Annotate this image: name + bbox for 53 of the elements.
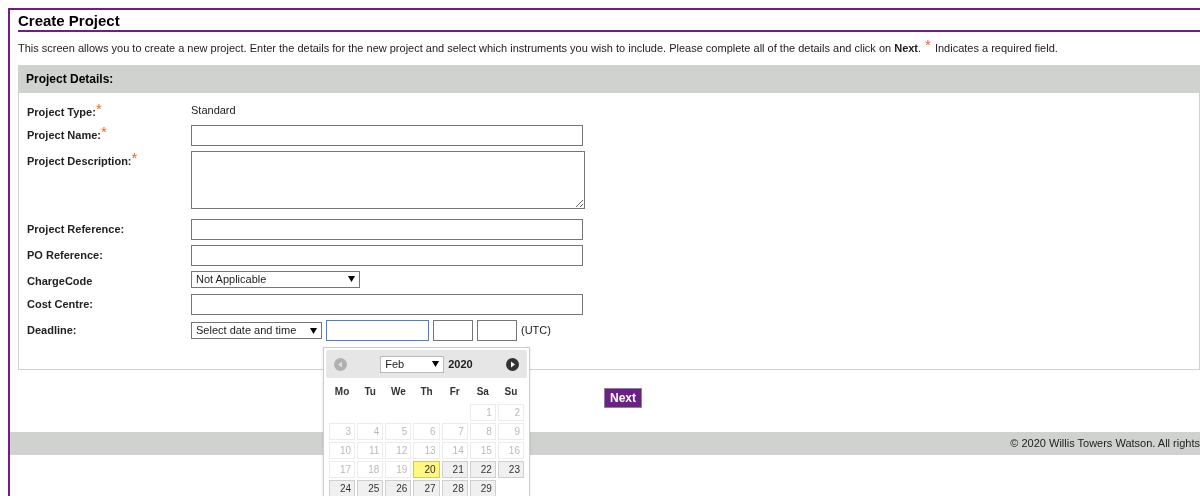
text-field[interactable] [191, 125, 583, 146]
caret-icon [348, 276, 355, 282]
required-asterisk: * [101, 127, 107, 137]
calendar-day[interactable]: 26 [385, 480, 412, 496]
next-button[interactable]: Next [604, 387, 642, 408]
text-field[interactable] [191, 294, 583, 315]
weekday-label: Mo [333, 385, 351, 399]
field-label: Project Name: [27, 128, 101, 143]
field-label: Project Reference: [27, 221, 125, 237]
calendar-day[interactable]: 20 [413, 461, 440, 478]
required-note: Indicates a required field. [934, 41, 1058, 56]
calendar-day[interactable]: 22 [469, 461, 496, 478]
required-asterisk: * [131, 153, 138, 163]
year-label: 2020 [448, 356, 473, 372]
panel-title: Project Details: [26, 70, 114, 88]
copyright-text: © 2020 Willis Towers Watson. All rights [1010, 435, 1200, 451]
text-field[interactable] [191, 244, 583, 266]
field-label: PO Reference: [27, 247, 103, 263]
weekday-label: We [389, 385, 407, 399]
page-title: Create Project [18, 12, 121, 30]
dropdown[interactable]: Select date and time [191, 322, 322, 339]
field-label: Cost Centre: [27, 297, 93, 312]
weekday-label: Fr [448, 385, 461, 399]
weekday-label: Sa [475, 385, 490, 399]
calendar-day[interactable]: 27 [413, 480, 440, 496]
date-field[interactable] [326, 320, 429, 341]
timezone-label: (UTC) [521, 323, 551, 339]
month-select[interactable]: Feb [380, 355, 445, 373]
weekday-label: Th [419, 385, 434, 399]
text-field[interactable] [191, 218, 583, 240]
calendar-day[interactable]: 24 [329, 480, 356, 496]
required-asterisk: * [95, 103, 102, 114]
weekday-label: Tu [363, 385, 377, 399]
caret-icon [432, 361, 440, 367]
caret-icon [310, 327, 317, 334]
text-area[interactable] [191, 151, 585, 209]
field-label: ChargeCode [27, 273, 93, 289]
calendar-day[interactable]: 25 [357, 480, 384, 496]
hour-field[interactable] [433, 320, 473, 341]
field-value: Standard [191, 102, 236, 116]
calendar-day[interactable]: 23 [497, 461, 524, 478]
calendar-day[interactable]: 21 [441, 461, 468, 478]
field-label: Project Description: [27, 155, 132, 169]
next-month-icon[interactable] [506, 357, 519, 371]
calendar-day[interactable]: 28 [441, 480, 468, 496]
field-label: Deadline: [27, 323, 77, 338]
required-asterisk: * [925, 40, 931, 50]
weekday-label: Su [503, 385, 519, 399]
calendar-day[interactable]: 29 [469, 480, 496, 496]
field-label: Project Type: [27, 104, 96, 120]
minute-field[interactable] [477, 320, 517, 341]
dropdown[interactable]: Not Applicable [191, 270, 360, 288]
intro-text: This screen allows you to create a new project. Enter the details for the new project and select which instruments you wish to include. Please complete all of the details and click on Next. [18, 41, 922, 56]
